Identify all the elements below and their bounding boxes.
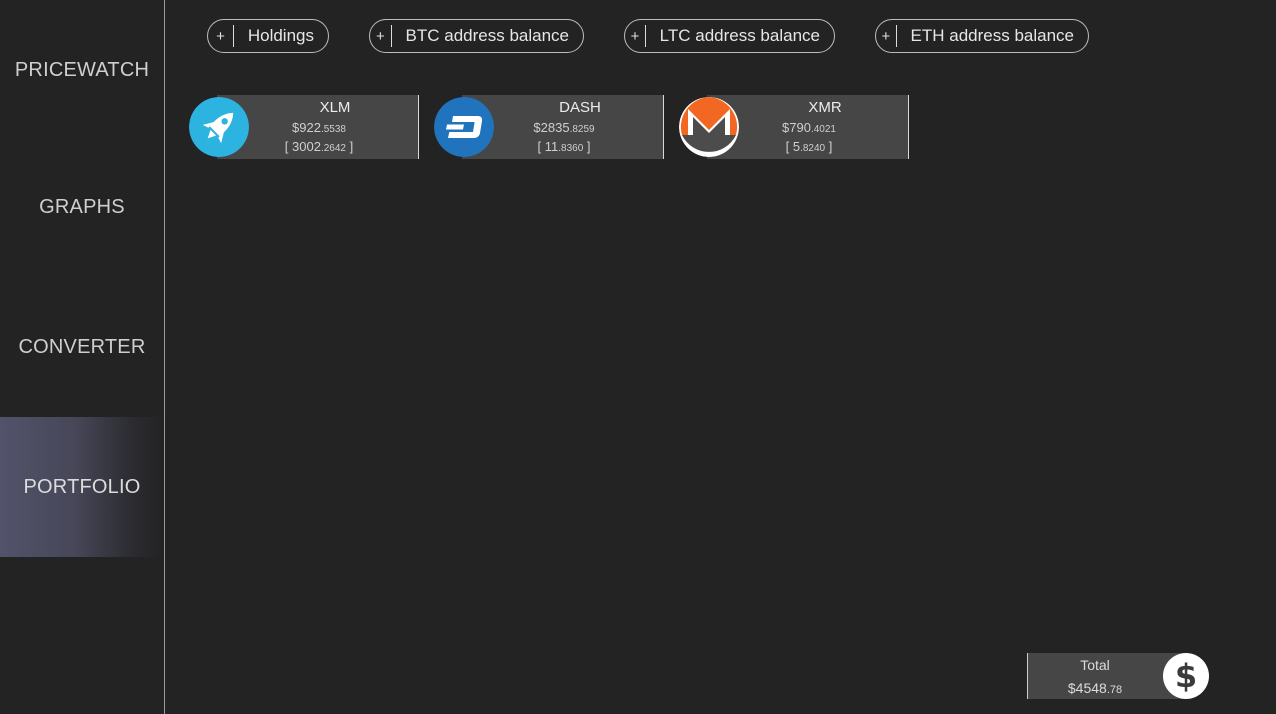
monero-icon — [679, 97, 739, 157]
coin-value: $790.4021 — [782, 120, 836, 135]
sidebar: PRICEWATCH GRAPHS CONVERTER PORTFOLIO — [0, 0, 165, 714]
coin-holdings: [ 3002.2642 ] — [284, 139, 354, 154]
plus-icon: + — [881, 27, 891, 45]
coin-holdings: [ 11.8360 ] — [537, 139, 591, 154]
nav-pricewatch[interactable]: PRICEWATCH — [0, 0, 164, 140]
add-eth-address-button[interactable]: + ETH address balance — [875, 19, 1089, 53]
add-eth-address-label: ETH address balance — [910, 26, 1074, 45]
add-btc-address-button[interactable]: + BTC address balance — [369, 19, 584, 53]
dollar-icon: $ — [1163, 653, 1209, 699]
coin-card-xmr[interactable]: XMR $790.4021 [ 5.8240 ] — [679, 95, 911, 159]
plus-icon: + — [376, 27, 385, 45]
add-ltc-address-label: LTC address balance — [659, 26, 820, 45]
coin-symbol: XLM — [319, 99, 351, 116]
coin-card-xlm[interactable]: XLM $922.5538 [ 3002.2642 ] — [189, 95, 421, 159]
plus-icon: + — [216, 27, 225, 45]
nav-graphs[interactable]: GRAPHS — [0, 137, 164, 277]
coin-value: $922.5538 — [292, 120, 346, 135]
nav-converter[interactable]: CONVERTER — [0, 277, 164, 417]
total-widget: Total $4548.78 $ — [1027, 653, 1209, 699]
total-value: $4548.78 — [1067, 680, 1123, 696]
rocket-icon — [189, 97, 249, 157]
nav-portfolio[interactable]: PORTFOLIO — [0, 417, 164, 557]
coin-symbol: DASH — [559, 99, 601, 116]
dash-icon — [434, 97, 494, 157]
add-holdings-label: Holdings — [247, 26, 314, 45]
coin-holdings: [ 5.8240 ] — [785, 139, 833, 154]
coin-value: $2835.8259 — [533, 120, 595, 135]
add-ltc-address-button[interactable]: + LTC address balance — [624, 19, 835, 53]
add-btc-address-label: BTC address balance — [405, 26, 569, 45]
coin-symbol: XMR — [808, 99, 842, 116]
coin-card-dash[interactable]: DASH $2835.8259 [ 11.8360 ] — [434, 95, 666, 159]
add-holdings-button[interactable]: + Holdings — [207, 19, 329, 53]
total-label: Total — [1080, 657, 1110, 673]
plus-icon: + — [630, 27, 640, 45]
